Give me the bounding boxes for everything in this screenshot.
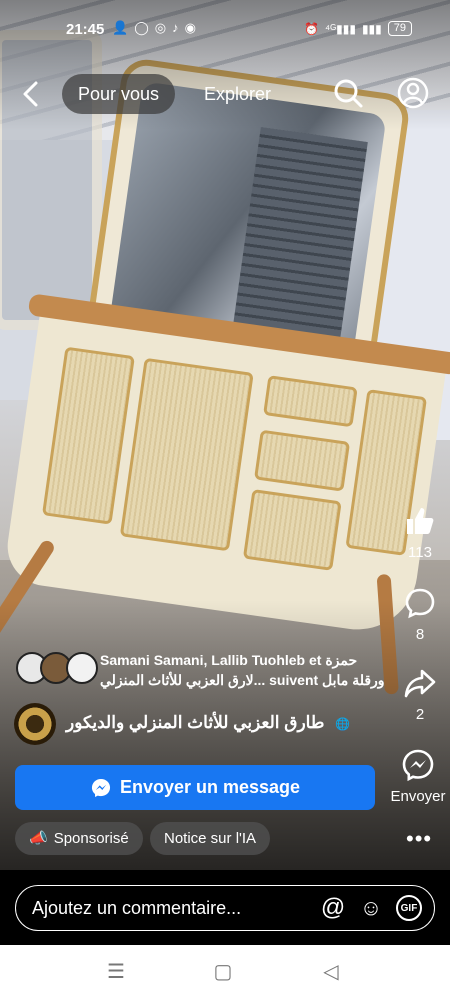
avatar	[66, 652, 98, 684]
share-arrow-icon	[404, 669, 436, 698]
share-button[interactable]: 2	[390, 666, 450, 723]
ai-notice-chip[interactable]: Notice sur l'IA	[150, 822, 271, 855]
likers-names: Samani Samani, Lallib Tuohleb et حمزة	[100, 652, 358, 668]
likers-follow-text: ورقلة مابل suivent ...لارق العزبي للأثاث…	[100, 672, 385, 688]
messenger-icon	[91, 778, 111, 797]
send-message-cta-button[interactable]: Envoyer un message	[15, 765, 375, 810]
system-nav-bar: ☰ ▢ ◁	[0, 945, 450, 1000]
cabinet-drawer	[254, 429, 351, 492]
share-count: 2	[415, 706, 425, 723]
signal-icon: ⁴ᴳ▮▮▮	[325, 21, 356, 36]
comment-icon	[405, 588, 435, 619]
sponsored-label: Sponsorisé	[53, 830, 129, 847]
page-name-row: طارق العزبي للأثاث المنزلي والديكور 🌐	[66, 713, 350, 733]
tiktok-icon: ♪	[172, 20, 179, 35]
search-icon[interactable]	[331, 76, 365, 110]
more-options-icon[interactable]: •••	[406, 826, 432, 852]
signal2-icon: ▮▮▮	[361, 21, 382, 36]
cabinet-drawer	[263, 375, 358, 428]
clock: 21:45	[66, 21, 105, 38]
comment-bar: Ajoutez un commentaire... @ ☺ GIF	[0, 870, 450, 945]
page-author[interactable]: طارق العزبي للأثاث المنزلي والديكور 🌐	[14, 703, 394, 745]
dresser-cabinet	[0, 293, 450, 695]
page-name[interactable]: طارق العزبي للأثاث المنزلي والديكور	[66, 713, 324, 732]
send-message-button[interactable]: Envoyer	[388, 748, 448, 805]
megaphone-icon: 📣	[29, 830, 48, 847]
comment-placeholder: Ajoutez un commentaire...	[32, 897, 242, 918]
like-count: 113	[408, 544, 432, 561]
like-button[interactable]: 113	[390, 504, 450, 561]
profile-icon[interactable]	[396, 76, 430, 110]
home-icon[interactable]: ▢	[210, 959, 236, 985]
likers-summary[interactable]: Samani Samani, Lallib Tuohleb et حمزة ور…	[16, 650, 386, 690]
status-bar: 21:45 👤 ◯ ◎ ♪ ◉ ⏰ ⁴ᴳ▮▮▮ ▮▮▮ 79	[0, 18, 450, 44]
messenger-icon: ◎	[154, 20, 167, 35]
comment-input[interactable]: Ajoutez un commentaire... @ ☺ GIF	[15, 885, 435, 931]
whatsapp-icon: ◯	[134, 20, 149, 35]
tab-explorer[interactable]: Explorer	[188, 74, 287, 114]
sponsored-chip[interactable]: 📣 Sponsorisé	[15, 822, 143, 855]
comment-tools: @ ☺ GIF	[320, 894, 422, 921]
cabinet-panel	[41, 346, 135, 525]
system-icons: ⏰ ⁴ᴳ▮▮▮ ▮▮▮ 79	[304, 21, 412, 36]
liker-avatars	[16, 652, 100, 686]
gif-icon[interactable]: GIF	[396, 895, 422, 921]
battery-icon: 79	[387, 21, 412, 36]
messenger-icon	[402, 749, 434, 782]
thumbs-up-icon	[407, 508, 434, 534]
tab-pour-vous[interactable]: Pour vous	[62, 74, 176, 114]
cabinet-panel	[119, 357, 254, 552]
likers-text: Samani Samani, Lallib Tuohleb et حمزة ور…	[100, 650, 390, 690]
comment-button[interactable]: 8	[390, 586, 450, 643]
send-label: Envoyer	[390, 788, 446, 805]
mention-icon[interactable]: @	[320, 894, 346, 921]
person-icon: 👤	[112, 20, 129, 35]
comment-count: 8	[415, 626, 425, 643]
page-avatar[interactable]	[14, 703, 56, 745]
back-icon[interactable]: ◁	[318, 959, 344, 985]
cta-label: Envoyer un message	[119, 777, 301, 797]
notification-icons: 👤 ◯ ◎ ♪ ◉	[112, 20, 196, 36]
globe-icon: 🌐	[335, 717, 351, 731]
back-arrow-icon[interactable]	[16, 78, 48, 110]
app-icon: ◉	[184, 20, 196, 35]
cabinet-drawer	[242, 489, 342, 571]
recent-apps-icon[interactable]: ☰	[103, 959, 129, 985]
emoji-icon[interactable]: ☺	[358, 895, 384, 921]
alarm-icon: ⏰	[304, 21, 320, 36]
